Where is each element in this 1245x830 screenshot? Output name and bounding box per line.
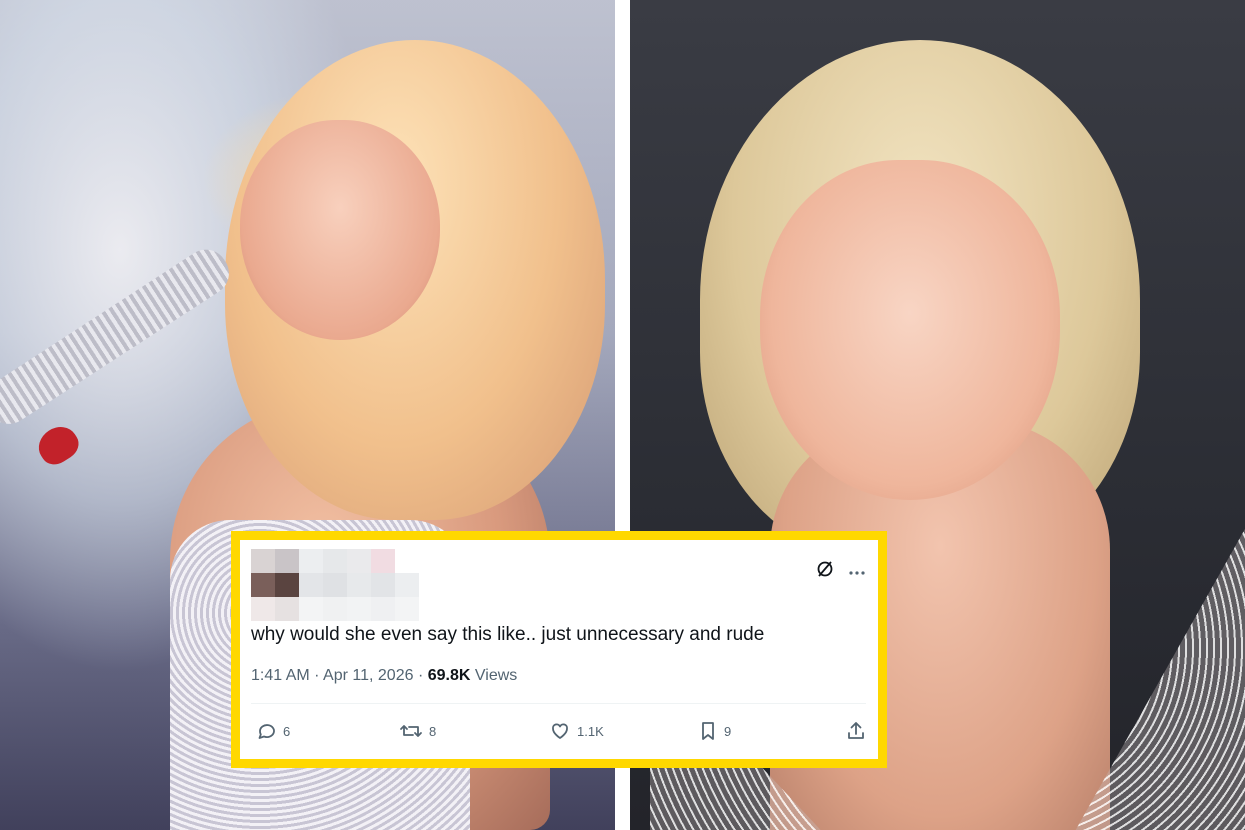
reply-count: 6 bbox=[283, 723, 291, 739]
like-icon bbox=[549, 720, 571, 742]
tweet-header-icons bbox=[816, 560, 866, 583]
slashed-circle-icon[interactable] bbox=[816, 560, 834, 583]
more-icon[interactable] bbox=[848, 563, 866, 581]
repost-count: 8 bbox=[429, 723, 437, 739]
bookmark-count: 9 bbox=[724, 723, 732, 739]
share-button[interactable] bbox=[845, 720, 867, 742]
share-icon bbox=[845, 720, 867, 742]
meta-separator: · bbox=[417, 667, 424, 684]
reply-button[interactable]: 6 bbox=[255, 720, 290, 742]
repost-icon bbox=[399, 720, 423, 742]
redacted-author bbox=[251, 549, 419, 621]
microphone-image bbox=[0, 241, 238, 433]
tweet-body: why would she even say this like.. just … bbox=[240, 540, 878, 759]
reply-icon bbox=[255, 720, 277, 742]
meta-separator: · bbox=[314, 667, 320, 684]
tweet-time[interactable]: 1:41 AM bbox=[251, 667, 310, 684]
views-count: 69.8K bbox=[427, 667, 471, 684]
like-button[interactable]: 1.1K bbox=[549, 720, 604, 742]
heart-decal bbox=[31, 419, 85, 471]
tweet-date[interactable]: Apr 11, 2026 bbox=[323, 667, 413, 684]
tweet-text: why would she even say this like.. just … bbox=[251, 624, 765, 645]
right-photo-face bbox=[760, 160, 1060, 500]
like-count: 1.1K bbox=[577, 723, 604, 739]
bookmark-icon bbox=[698, 720, 718, 742]
views-label: Views bbox=[474, 667, 518, 684]
repost-button[interactable]: 8 bbox=[399, 720, 436, 742]
bookmark-button[interactable]: 9 bbox=[698, 720, 731, 742]
tweet-card: why would she even say this like.. just … bbox=[231, 531, 887, 768]
tweet-meta: 1:41 AM · Apr 11, 2026 · 69.8K Views bbox=[251, 667, 517, 685]
left-photo-face bbox=[240, 120, 440, 340]
divider-line bbox=[251, 703, 866, 704]
tweet-actions: 6 8 1.1K 9 bbox=[251, 720, 866, 744]
